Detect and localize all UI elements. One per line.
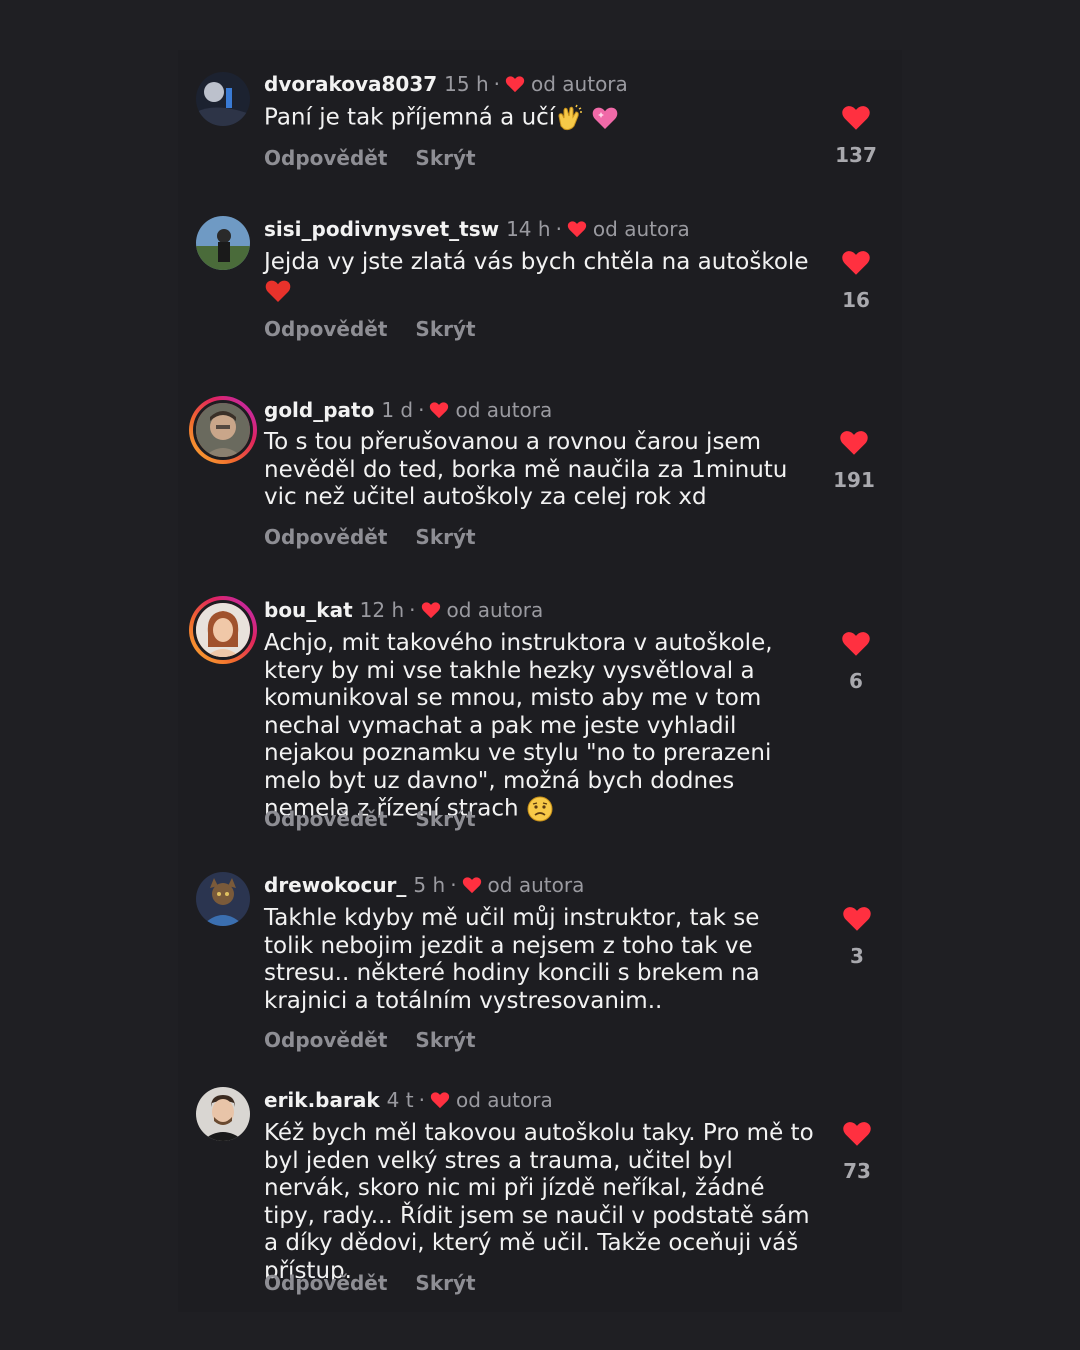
comment-text: Takhle kdyby mě učil můj instruktor, tak… [264,905,804,1015]
reply-button[interactable]: Odpovědět [264,525,387,549]
comment-actions: Odpovědět Skrýt [264,317,476,341]
author-heart-icon [430,402,449,419]
separator: · [555,217,562,241]
comment-body: To s tou přerušovanou a rovnou čarou jse… [264,429,788,510]
username[interactable]: sisi_podivnysvet_tsw [264,216,499,242]
hide-button[interactable]: Skrýt [415,317,475,341]
timestamp: 14 h [506,217,551,241]
comment-text: To s tou přerušovanou a rovnou čarou jse… [264,429,809,512]
like-button[interactable]: 191 [824,429,884,492]
hide-button[interactable]: Skrýt [415,525,475,549]
comment-actions: Odpovědět Skrýt [264,1271,476,1295]
comment-meta: gold_pato 1 d · od autora [264,397,552,423]
avatar[interactable] [196,72,250,126]
reply-button[interactable]: Odpovědět [264,146,387,170]
like-count: 73 [843,1159,871,1183]
comment-text: Paní je tak příjemná a učí [264,104,824,132]
red-heart-icon [264,277,292,305]
comment-body: Kéž bych měl takovou autoškolu taky. Pro… [264,1120,814,1284]
author-heart-icon [421,602,440,619]
comment-text: Achjo, mit takového instruktora v autošk… [264,630,814,823]
timestamp: 12 h [359,598,405,622]
comment-actions: Odpovědět Skrýt [264,807,476,831]
comment-meta: bou_kat 12 h · od autora [264,597,543,623]
comment-meta: erik.barak 4 t · od autora [264,1087,553,1113]
separator: · [418,398,425,422]
comment-body: Jejda vy jste zlatá vás bych chtěla na a… [264,249,809,275]
reply-button[interactable]: Odpovědět [264,1271,387,1295]
separator: · [493,72,500,96]
comment-actions: Odpovědět Skrýt [264,525,476,549]
avatar-story-ring[interactable] [189,596,257,664]
like-button[interactable]: 137 [826,104,886,167]
separator: · [450,873,457,897]
author-liked-label: od autora [446,598,544,622]
author-liked-label: od autora [592,217,690,241]
like-button[interactable]: 73 [827,1120,887,1183]
avatar[interactable] [196,216,250,270]
author-heart-icon [430,1092,450,1109]
username[interactable]: drewokocur_ [264,872,406,898]
hide-button[interactable]: Skrýt [415,1028,475,1052]
timestamp: 4 t [386,1088,414,1112]
avatar[interactable] [196,872,250,926]
like-button[interactable]: 3 [827,905,887,968]
comment-body: Achjo, mit takového instruktora v autošk… [264,630,773,822]
author-heart-icon [567,221,587,238]
avatar-story-ring[interactable] [189,396,257,464]
hide-button[interactable]: Skrýt [415,807,475,831]
author-liked-label: od autora [455,398,553,422]
like-count: 6 [849,669,863,693]
heart-icon[interactable] [841,104,871,131]
comment-text: Jejda vy jste zlatá vás bych chtěla na a… [264,249,824,305]
avatar[interactable] [196,1087,250,1141]
comment-meta: sisi_podivnysvet_tsw 14 h · od autora [264,216,690,242]
heart-icon[interactable] [842,905,872,932]
separator: · [418,1088,425,1112]
reply-button[interactable]: Odpovědět [264,317,387,341]
clapping-hands-icon [555,104,583,132]
like-count: 137 [835,143,877,167]
timestamp: 5 h [413,873,446,897]
heart-icon[interactable] [839,429,869,456]
author-heart-icon [505,76,525,93]
like-button[interactable]: 16 [826,249,886,312]
author-liked-label: od autora [487,873,585,897]
heart-icon[interactable] [842,1120,872,1147]
username[interactable]: bou_kat [264,597,353,623]
comment-body: Paní je tak příjemná a učí [264,104,556,131]
comment-body: Takhle kdyby mě učil můj instruktor, tak… [264,905,760,1014]
heart-icon[interactable] [841,249,871,276]
comment-actions: Odpovědět Skrýt [264,1028,476,1052]
username[interactable]: gold_pato [264,397,374,423]
comment-text: Kéž bych měl takovou autoškolu taky. Pro… [264,1120,819,1285]
author-liked-label: od autora [455,1088,553,1112]
sparkling-heart-icon [591,104,619,132]
worried-face-icon [526,795,554,823]
like-count: 3 [850,944,864,968]
username[interactable]: dvorakova8037 [264,71,437,97]
reply-button[interactable]: Odpovědět [264,807,387,831]
timestamp: 15 h [444,72,489,96]
heart-icon[interactable] [841,630,871,657]
author-heart-icon [462,877,481,894]
like-count: 16 [842,288,870,312]
hide-button[interactable]: Skrýt [415,1271,475,1295]
timestamp: 1 d [381,398,414,422]
like-count: 191 [833,468,875,492]
like-button[interactable]: 6 [826,630,886,693]
username[interactable]: erik.barak [264,1087,380,1113]
comment-meta: dvorakova8037 15 h · od autora [264,71,628,97]
comment-actions: Odpovědět Skrýt [264,146,476,170]
separator: · [409,598,416,622]
comment-meta: drewokocur_ 5 h · od autora [264,872,584,898]
author-liked-label: od autora [531,72,628,96]
hide-button[interactable]: Skrýt [415,146,475,170]
reply-button[interactable]: Odpovědět [264,1028,387,1052]
